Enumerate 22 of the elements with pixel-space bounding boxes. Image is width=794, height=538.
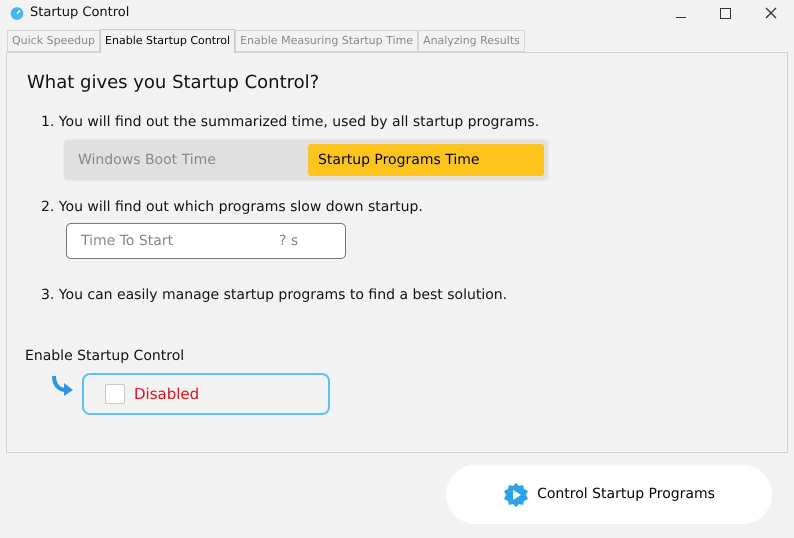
close-icon[interactable]: [765, 7, 777, 19]
stopwatch-icon: [10, 6, 24, 20]
point-text: 2. You will find out which programs slow down startup.: [41, 198, 424, 217]
tab[interactable]: Enable Startup Control: [100, 29, 236, 53]
tab[interactable]: Enable Measuring Startup Time: [235, 30, 418, 52]
toggle-option[interactable]: Startup Programs Time: [308, 144, 544, 176]
tab[interactable]: Quick Speedup: [7, 30, 100, 52]
tab[interactable]: Analyzing Results: [418, 30, 525, 52]
gear-play-icon: [503, 482, 530, 508]
window-title: Startup Control: [30, 4, 130, 22]
status-text: Disabled: [134, 384, 200, 405]
point-text: 1. You will find out the summarized time, used by all startup programs.: [41, 113, 540, 132]
curved-arrow-icon: [51, 375, 75, 397]
enable-checkbox-panel[interactable]: Disabled: [82, 373, 330, 415]
checkbox[interactable]: [105, 384, 125, 404]
control-startup-programs-button[interactable]: Control Startup Programs: [446, 465, 772, 524]
option-label: Enable Startup Control: [25, 347, 186, 366]
field-label: Time To Start: [81, 232, 174, 250]
section-heading: What gives you Startup Control?: [27, 71, 320, 95]
point-text: 3. You can easily manage startup programs to find a best solution.: [41, 286, 508, 305]
toggle-option[interactable]: Windows Boot Time: [68, 144, 304, 176]
field-value: ? s: [279, 232, 298, 250]
